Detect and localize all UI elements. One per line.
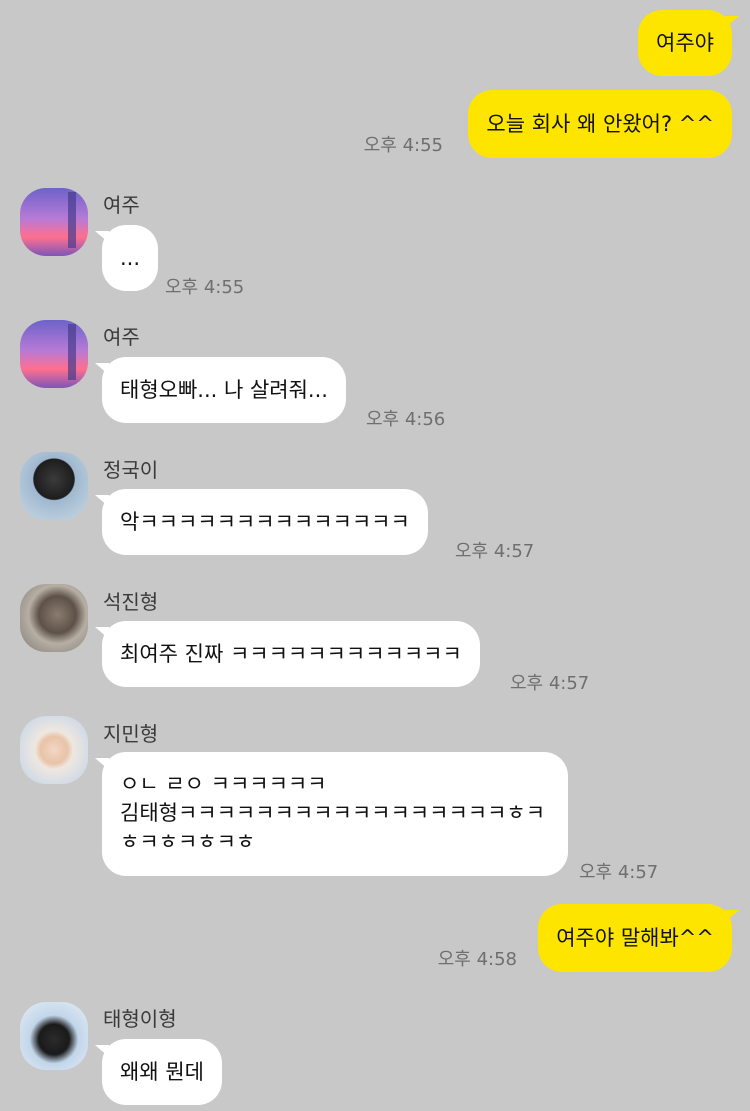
their-message-bubble[interactable]: 왜왜 뭔데 <box>95 1039 222 1105</box>
sender-name: 여주 <box>103 325 140 349</box>
profile-avatar[interactable] <box>20 320 88 388</box>
their-message-bubble[interactable]: 태형오빠... 나 살려줘... <box>95 357 346 423</box>
sender-name: 정국이 <box>103 458 159 482</box>
their-message-bubble[interactable]: 악ㅋㅋㅋㅋㅋㅋㅋㅋㅋㅋㅋㅋㅋㅋ <box>95 489 428 555</box>
profile-avatar[interactable] <box>20 716 88 784</box>
message-time: 오후 4:55 <box>363 135 443 156</box>
profile-avatar[interactable] <box>20 584 88 652</box>
message-time: 오후 4:58 <box>437 949 517 970</box>
message-time: 오후 4:57 <box>455 541 535 562</box>
message-time: 오후 4:57 <box>579 862 659 883</box>
profile-avatar[interactable] <box>20 188 88 256</box>
message-time: 오후 4:56 <box>366 409 446 430</box>
chat-room: 여주야 오늘 회사 왜 안왔어? ^^ 오후 4:55 여주 ... 오후 4:… <box>0 0 750 1111</box>
profile-avatar[interactable] <box>20 1002 88 1070</box>
my-message-bubble[interactable]: 여주야 말해봐^^ <box>538 904 739 972</box>
their-message-bubble[interactable]: ... <box>94 225 159 291</box>
message-time: 오후 4:57 <box>510 673 590 694</box>
their-message-bubble[interactable]: ㅇㄴ ㄹㅇ ㅋㅋㅋㅋㅋㅋ 김태형ㅋㅋㅋㅋㅋㅋㅋㅋㅋㅋㅋㅋㅋㅋㅋㅋㅋㅎㅋ ㅎㅋㅎㅋ… <box>95 752 568 876</box>
my-message-bubble[interactable]: 오늘 회사 왜 안왔어? ^^ <box>468 90 732 158</box>
sender-name: 태형이형 <box>103 1007 177 1031</box>
message-time: 오후 4:55 <box>165 277 245 298</box>
sender-name: 지민형 <box>103 722 159 746</box>
sender-name: 석진형 <box>103 590 159 614</box>
my-message-bubble[interactable]: 여주야 <box>638 10 739 76</box>
their-message-bubble[interactable]: 최여주 진짜 ㅋㅋㅋㅋㅋㅋㅋㅋㅋㅋㅋㅋ <box>95 621 480 687</box>
sender-name: 여주 <box>103 193 140 217</box>
profile-avatar[interactable] <box>20 452 88 520</box>
